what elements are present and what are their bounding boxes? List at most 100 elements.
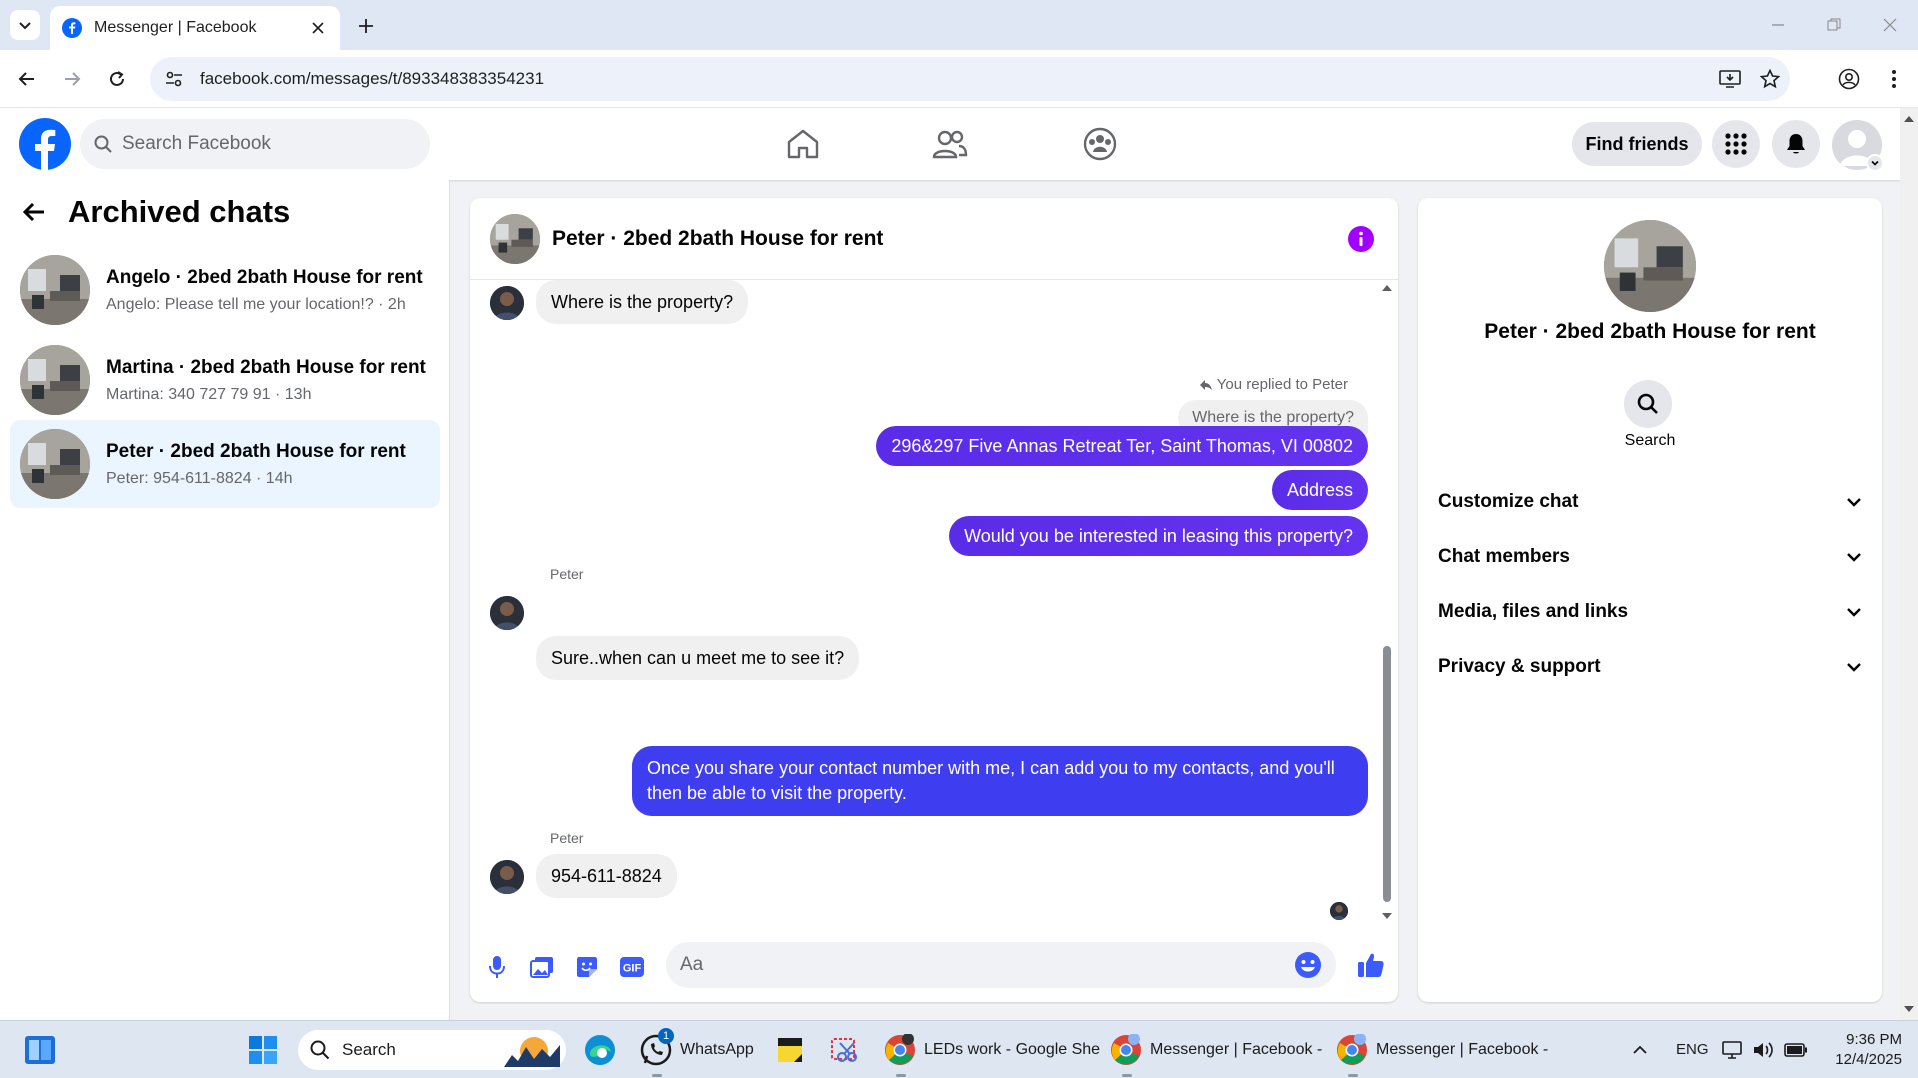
page-scrollbar[interactable]: [1900, 108, 1918, 1020]
site-settings-icon[interactable]: [164, 69, 184, 89]
attach-photo-button[interactable]: [527, 952, 557, 982]
chat-avatar: [20, 255, 90, 325]
clock-time[interactable]: 9:36 PM: [1832, 1031, 1902, 1048]
clock-date[interactable]: 12/4/2025: [1822, 1051, 1902, 1068]
section-media-files-links[interactable]: Media, files and links: [1438, 592, 1862, 632]
facebook-logo-icon[interactable]: [19, 118, 71, 170]
seen-indicator-avatar: [1330, 902, 1348, 920]
search-in-conversation-button[interactable]: [1624, 380, 1672, 428]
person-photo-icon: [490, 286, 524, 320]
facebook-search-box[interactable]: Search Facebook: [80, 119, 430, 169]
emoji-icon[interactable]: [1294, 951, 1322, 979]
install-app-button[interactable]: [1710, 59, 1750, 99]
taskbar-chrome-messenger-2[interactable]: Messenger | Facebook -: [1336, 1030, 1548, 1077]
restore-button[interactable]: [1806, 0, 1862, 50]
section-chat-members[interactable]: Chat members: [1438, 537, 1862, 577]
menu-button[interactable]: [1712, 120, 1760, 168]
sender-name: Peter: [550, 830, 584, 846]
sidebar-header: Archived chats: [22, 194, 290, 230]
message-outgoing[interactable]: Once you share your contact number with …: [632, 746, 1368, 816]
reply-arrow-icon: [1199, 379, 1212, 390]
browser-profile-button[interactable]: [1834, 64, 1864, 94]
notifications-button[interactable]: [1772, 120, 1820, 168]
back-arrow-icon[interactable]: [22, 201, 46, 223]
edge-browser-icon: [585, 1035, 615, 1065]
conversation-avatar[interactable]: [490, 213, 540, 264]
bookmark-button[interactable]: [1750, 59, 1790, 99]
peter-avatar[interactable]: [490, 286, 524, 320]
person-photo-icon: [1330, 902, 1348, 920]
scroll-down-icon[interactable]: [1379, 910, 1395, 922]
message-outgoing[interactable]: Would you be interested in leasing this …: [949, 516, 1368, 556]
tab-close-button[interactable]: [308, 18, 328, 38]
tray-network[interactable]: [1722, 1030, 1744, 1070]
chevron-down-icon: [1847, 553, 1861, 562]
taskbar-sticky-notes[interactable]: [776, 1030, 804, 1070]
taskbar-search[interactable]: Search: [298, 1030, 566, 1070]
message-incoming[interactable]: Where is the property?: [536, 280, 749, 324]
chat-item-peter[interactable]: Peter · 2bed 2bath House for rent Peter:…: [10, 420, 440, 508]
tray-overflow-button[interactable]: [1632, 1030, 1648, 1070]
nav-groups[interactable]: [1070, 122, 1130, 166]
sticker-button[interactable]: [572, 952, 602, 982]
grid-menu-icon: [1725, 133, 1747, 155]
arrow-right-icon: [65, 72, 81, 86]
tray-battery[interactable]: [1784, 1030, 1808, 1070]
taskbar-edge[interactable]: [584, 1030, 616, 1070]
scroll-thumb[interactable]: [1383, 646, 1391, 902]
scroll-up-icon[interactable]: [1900, 112, 1918, 126]
tray-volume[interactable]: [1752, 1030, 1774, 1070]
chevron-down-icon: [19, 22, 31, 30]
close-icon: [1883, 18, 1897, 32]
chat-preview: Peter: 954-611-8824 · 14h: [106, 469, 293, 487]
widgets-button[interactable]: [24, 1030, 56, 1070]
browser-menu-button[interactable]: [1879, 64, 1909, 94]
browser-tab-messenger[interactable]: Messenger | Facebook: [50, 6, 340, 50]
arrow-left-icon: [18, 72, 34, 86]
back-button[interactable]: [12, 64, 42, 94]
conversation-title[interactable]: Peter · 2bed 2bath House for rent: [552, 227, 883, 251]
scroll-down-icon[interactable]: [1900, 1002, 1918, 1016]
voice-clip-button[interactable]: [482, 952, 512, 982]
close-window-button[interactable]: [1862, 0, 1918, 50]
sender-name: Peter: [550, 566, 584, 582]
scroll-up-icon[interactable]: [1379, 282, 1395, 294]
peter-avatar[interactable]: [490, 596, 524, 630]
peter-avatar[interactable]: [490, 860, 524, 894]
find-friends-button[interactable]: Find friends: [1572, 122, 1702, 166]
gif-button[interactable]: GIF: [617, 952, 647, 982]
chat-item-angelo[interactable]: Angelo · 2bed 2bath House for rent Angel…: [10, 246, 440, 334]
chrome-icon: [885, 1034, 915, 1065]
input-language[interactable]: ENG: [1676, 1041, 1709, 1058]
url-text[interactable]: facebook.com/messages/t/893348383354231: [200, 69, 1710, 89]
minimize-button[interactable]: [1750, 0, 1806, 50]
forward-button[interactable]: [57, 64, 87, 94]
taskbar-chrome-sheets[interactable]: LEDs work - Google She: [884, 1030, 1100, 1077]
chat-text: Angelo · 2bed 2bath House for rent Angel…: [106, 267, 423, 314]
nav-friends[interactable]: [920, 122, 980, 166]
taskbar-chrome-messenger-1[interactable]: Messenger | Facebook -: [1110, 1030, 1322, 1077]
person-photo-icon: [490, 860, 524, 894]
message-input[interactable]: Aa: [666, 942, 1336, 988]
chat-item-martina[interactable]: Martina · 2bed 2bath House for rent Mart…: [10, 336, 440, 424]
info-icon[interactable]: [1348, 226, 1374, 252]
address-bar[interactable]: facebook.com/messages/t/893348383354231: [150, 57, 1790, 101]
start-button[interactable]: [248, 1030, 278, 1070]
reload-icon: [110, 71, 124, 86]
message-incoming[interactable]: 954-611-8824: [536, 854, 677, 898]
section-customize-chat[interactable]: Customize chat: [1438, 482, 1862, 522]
message-incoming[interactable]: Sure..when can u meet me to see it?: [536, 636, 860, 680]
section-privacy-support[interactable]: Privacy & support: [1438, 647, 1862, 687]
message-outgoing[interactable]: Address: [1271, 470, 1368, 510]
message-outgoing[interactable]: 296&297 Five Annas Retreat Ter, Saint Th…: [876, 426, 1368, 466]
new-tab-button[interactable]: [352, 12, 380, 40]
tab-list-button[interactable]: [10, 10, 40, 40]
taskbar-whatsapp[interactable]: 1 WhatsApp: [640, 1028, 754, 1077]
info-avatar[interactable]: [1604, 220, 1696, 312]
nav-home[interactable]: [773, 122, 833, 166]
message-scrollbar[interactable]: [1378, 282, 1394, 922]
like-button[interactable]: [1356, 950, 1386, 980]
account-caret[interactable]: [1866, 154, 1884, 172]
taskbar-snipping-tool[interactable]: [830, 1030, 860, 1070]
reload-button[interactable]: [102, 64, 132, 94]
